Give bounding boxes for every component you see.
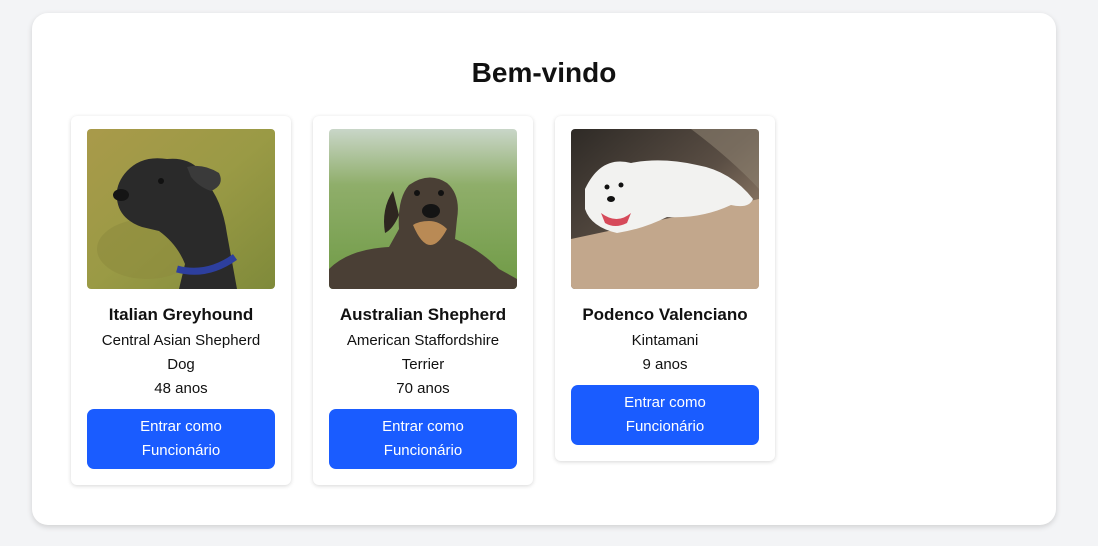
dog-photo-black-terrier: [87, 129, 275, 289]
dog-photo-black-terrier-icon: [87, 129, 275, 289]
enter-as-employee-button[interactable]: Entrar como Funcionário: [571, 385, 759, 445]
dog-breed: Kintamani: [631, 332, 699, 349]
enter-as-employee-button[interactable]: Entrar como Funcionário: [87, 409, 275, 469]
dog-card-list: Italian Greyhound Central Asian Shepherd…: [71, 116, 775, 485]
dog-name: Italian Greyhound: [108, 305, 254, 324]
dog-photo-white-samoyed: [571, 129, 759, 289]
dog-name: Podenco Valenciano: [582, 305, 748, 324]
welcome-panel: Bem-vindo Italian Greyhound Central Asia…: [32, 13, 1056, 525]
enter-as-employee-button[interactable]: Entrar como Funcionário: [329, 409, 517, 469]
page-title: Bem-vindo: [471, 57, 617, 88]
dog-photo-white-samoyed-icon: [571, 129, 759, 289]
dog-card: Podenco Valenciano Kintamani 9 anos Entr…: [555, 116, 775, 461]
dog-name: Australian Shepherd: [339, 305, 507, 324]
dog-breed: Central Asian Shepherd Dog: [101, 332, 261, 373]
dog-age: 48 anos: [154, 380, 208, 397]
dog-age: 9 anos: [642, 356, 688, 373]
dog-photo-wirehaired-dachshund-icon: [329, 129, 517, 289]
dog-card: Italian Greyhound Central Asian Shepherd…: [71, 116, 291, 485]
dog-age: 70 anos: [396, 380, 450, 397]
dog-breed: American Staffordshire Terrier: [346, 332, 500, 373]
dog-photo-wirehaired-dachshund: [329, 129, 517, 289]
dog-card: Australian Shepherd American Staffordshi…: [313, 116, 533, 485]
